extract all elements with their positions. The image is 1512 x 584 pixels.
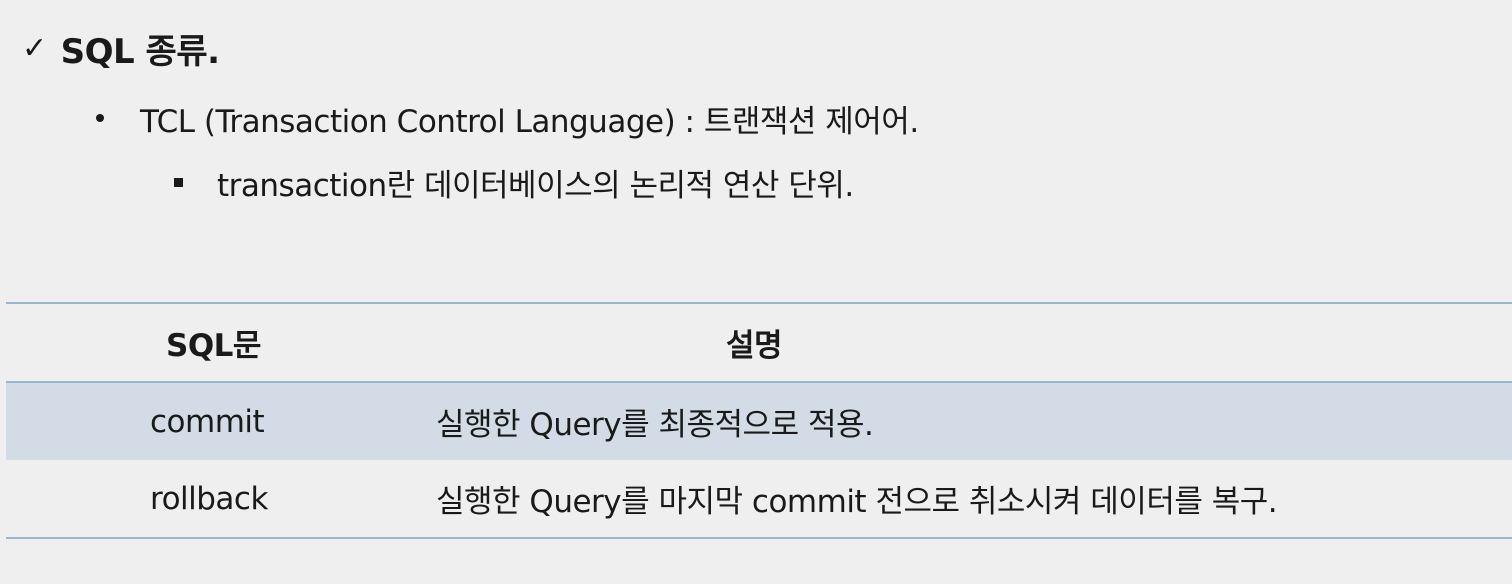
table-row: commit 실행한 Query를 최종적으로 적용. [6, 383, 1512, 460]
table-header-description: 설명 [725, 328, 783, 364]
table-cell-sql: rollback [150, 480, 268, 517]
bullet-dot-icon [96, 114, 104, 122]
checkmark-icon: ✓ [22, 30, 47, 66]
sub-bullet-text: transaction란 데이터베이스의 논리적 연산 단위. [217, 167, 854, 204]
sub-bullet-item-transaction: transaction란 데이터베이스의 논리적 연산 단위. [174, 158, 854, 206]
table-header-row: SQL문 설명 [6, 304, 1512, 383]
bullet-text: TCL (Transaction Control Language) : 트랜잭… [140, 103, 919, 140]
table-cell-description: 실행한 Query를 최종적으로 적용. [436, 407, 874, 443]
table-row: rollback 실행한 Query를 마지막 commit 전으로 취소시켜 … [6, 460, 1512, 537]
table-header-sql: SQL문 [166, 328, 261, 364]
bullet-square-icon [174, 177, 183, 187]
table-cell-sql: commit [150, 403, 265, 440]
table-cell-description: 실행한 Query를 마지막 commit 전으로 취소시켜 데이터를 복구. [436, 484, 1278, 520]
slide-title: ✓ SQL 종류. [22, 22, 220, 74]
slide-title-text: SQL 종류. [60, 31, 220, 72]
sql-table: SQL문 설명 commit 실행한 Query를 최종적으로 적용. roll… [6, 302, 1512, 539]
bullet-item-tcl: TCL (Transaction Control Language) : 트랜잭… [96, 94, 919, 142]
